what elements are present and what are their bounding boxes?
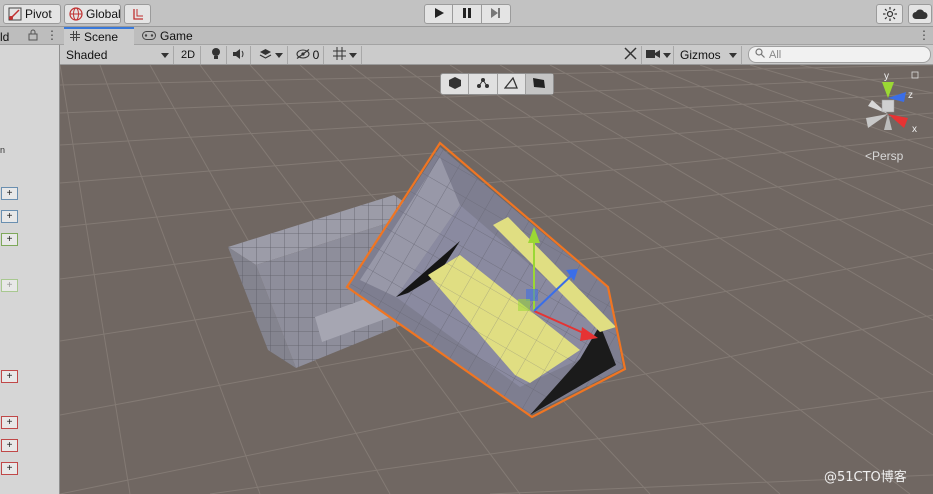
- chevron-down-icon: [729, 52, 737, 58]
- step-button[interactable]: [482, 4, 511, 24]
- lock-icon[interactable]: [28, 29, 38, 44]
- grid-snap-icon: [131, 7, 145, 21]
- view-tools-overlay: [440, 73, 554, 95]
- step-icon: [491, 7, 501, 21]
- axis-label-z: z: [908, 90, 913, 101]
- search-icon: [755, 48, 765, 61]
- watermark-text: @51CTO博客: [824, 470, 907, 485]
- add-button[interactable]: +: [1, 233, 18, 246]
- tool-object[interactable]: [441, 74, 470, 94]
- lightbulb-icon: [211, 47, 221, 63]
- sun-icon: [882, 7, 897, 21]
- play-button[interactable]: [424, 4, 453, 24]
- scene-render: [60, 65, 933, 494]
- axis-label-y: y: [884, 71, 889, 82]
- layers-icon: [259, 48, 272, 63]
- tool-face[interactable]: [525, 74, 553, 94]
- camera-settings-dropdown[interactable]: [644, 46, 674, 64]
- tab-game-label: Game: [160, 29, 193, 43]
- gizmos-label: Gizmos: [680, 48, 721, 62]
- grid-snap-button[interactable]: [124, 4, 151, 24]
- shading-mode-dropdown[interactable]: Shaded: [62, 46, 174, 64]
- tab-scene[interactable]: Scene: [64, 27, 134, 45]
- chevron-down-icon: [348, 52, 357, 58]
- search-placeholder: All: [769, 48, 782, 61]
- panel-menu-icon[interactable]: ⋮: [918, 28, 930, 42]
- pivot-icon: [8, 7, 22, 21]
- add-button[interactable]: +: [1, 439, 18, 452]
- hidden-objects-toggle[interactable]: 0: [292, 46, 324, 64]
- add-button[interactable]: +: [1, 210, 18, 223]
- add-button[interactable]: +: [1, 462, 18, 475]
- audio-toggle[interactable]: [229, 46, 251, 64]
- scene-view-toolbar: Shaded 2D 0 Gizmos All: [60, 45, 933, 65]
- cloud-button[interactable]: [908, 4, 932, 24]
- add-button[interactable]: +: [1, 279, 18, 292]
- services-button[interactable]: [876, 4, 903, 24]
- add-button[interactable]: +: [1, 370, 18, 383]
- add-button[interactable]: +: [1, 187, 18, 200]
- selected-ramp-mesh: [345, 141, 627, 419]
- pause-button[interactable]: [453, 4, 482, 24]
- globe-icon: [69, 7, 83, 21]
- gamepad-icon: [142, 29, 156, 43]
- grid-snap-icon: [332, 47, 346, 63]
- edge-icon: [503, 76, 519, 92]
- grid-icon: [70, 30, 80, 44]
- 2d-toggle[interactable]: 2D: [176, 46, 201, 64]
- global-toggle[interactable]: Global: [64, 4, 121, 24]
- more-menu-icon[interactable]: ⋮: [46, 28, 58, 42]
- hierarchy-truncated-text: n: [0, 145, 6, 155]
- gizmos-dropdown[interactable]: Gizmos: [676, 46, 742, 64]
- hierarchy-list: n + + + + + + + +: [0, 45, 59, 494]
- chevron-down-icon: [663, 52, 671, 58]
- hierarchy-panel: ld ⋮ n + + + + + + + +: [0, 27, 60, 494]
- scene-viewport[interactable]: y z x <Persp @51CTO博客: [60, 65, 933, 494]
- tab-game[interactable]: Game: [136, 27, 196, 45]
- vertex-icon: [476, 77, 490, 92]
- shading-mode-value: Shaded: [66, 48, 108, 62]
- tools-button[interactable]: [620, 46, 642, 64]
- lighting-toggle[interactable]: [205, 46, 227, 64]
- camera-icon: [646, 48, 660, 62]
- eye-slash-icon: [296, 48, 310, 62]
- face-icon: [532, 77, 546, 92]
- pause-icon: [462, 7, 472, 21]
- main-toolbar: Pivot Global: [0, 0, 933, 27]
- orientation-gizmo[interactable]: y z x: [860, 70, 920, 142]
- wrench-icon: [624, 47, 637, 63]
- chevron-down-icon: [161, 52, 169, 58]
- cube-icon: [448, 76, 461, 92]
- tab-scene-label: Scene: [84, 30, 119, 44]
- pivot-label: Pivot: [25, 7, 52, 21]
- scene-tab-bar: Scene Game ⋮: [60, 27, 933, 45]
- projection-label[interactable]: <Persp: [865, 149, 903, 163]
- add-button[interactable]: +: [1, 416, 18, 429]
- axis-label-x: x: [912, 124, 917, 135]
- tool-vertex[interactable]: [469, 74, 498, 94]
- chevron-down-icon: [274, 52, 283, 58]
- hidden-count: 0: [312, 48, 320, 62]
- play-controls: [424, 4, 511, 24]
- play-icon: [434, 7, 444, 21]
- speaker-icon: [232, 48, 247, 63]
- grid-settings-dropdown[interactable]: [328, 46, 362, 64]
- scene-search-input[interactable]: All: [748, 46, 931, 63]
- hierarchy-tab-label: ld: [0, 30, 10, 44]
- hierarchy-tab[interactable]: ld ⋮: [0, 27, 60, 45]
- tool-edge[interactable]: [498, 74, 526, 94]
- pivot-toggle[interactable]: Pivot: [3, 4, 61, 24]
- global-label: Global: [86, 7, 121, 21]
- effects-dropdown[interactable]: [254, 46, 288, 64]
- cloud-icon: [912, 8, 928, 20]
